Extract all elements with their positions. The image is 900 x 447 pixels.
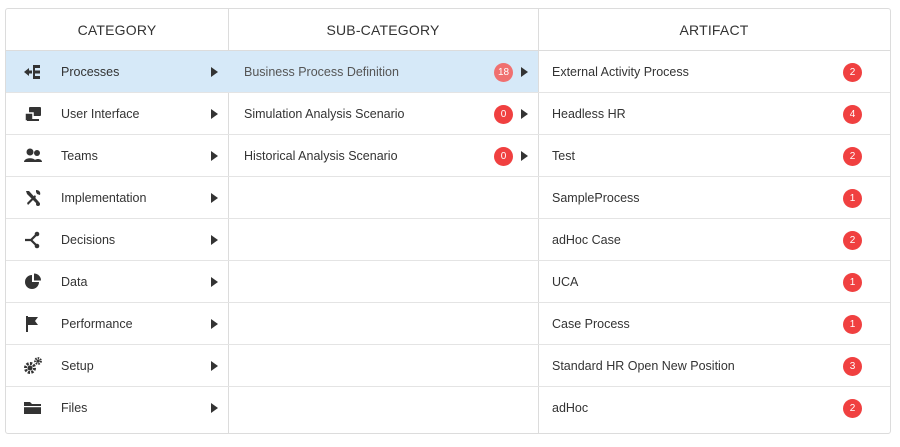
expand-arrow-icon (211, 361, 218, 371)
library-panel: CATEGORY Processes User Interface Teams (5, 8, 891, 434)
category-column: CATEGORY Processes User Interface Teams (6, 9, 229, 433)
count-badge: 0 (494, 105, 513, 124)
category-label: User Interface (61, 107, 140, 121)
expand-arrow-icon (211, 151, 218, 161)
artifact-item[interactable]: Headless HR 4 (538, 93, 890, 135)
artifact-label: Headless HR (552, 107, 626, 121)
category-item-files[interactable]: Files (6, 387, 228, 429)
expand-arrow-icon (211, 109, 218, 119)
subcategory-item-simulation-analysis-scenario[interactable]: Simulation Analysis Scenario 0 (228, 93, 538, 135)
empty-row (228, 177, 538, 219)
artifact-header: ARTIFACT (538, 9, 890, 51)
count-badge: 2 (843, 231, 862, 250)
expand-arrow-icon (521, 67, 528, 77)
count-badge: 18 (494, 63, 513, 82)
folder-icon (23, 399, 43, 417)
count-badge: 3 (843, 357, 862, 376)
decisions-icon (23, 231, 43, 249)
category-header: CATEGORY (6, 9, 228, 51)
artifact-label: UCA (552, 275, 579, 289)
expand-arrow-icon (211, 319, 218, 329)
empty-row (228, 219, 538, 261)
category-item-user-interface[interactable]: User Interface (6, 93, 228, 135)
tools-icon (23, 189, 43, 207)
expand-arrow-icon (211, 277, 218, 287)
category-item-data[interactable]: Data (6, 261, 228, 303)
category-label: Decisions (61, 233, 116, 247)
subcategory-label: Historical Analysis Scenario (244, 149, 398, 163)
subcategory-item-historical-analysis-scenario[interactable]: Historical Analysis Scenario 0 (228, 135, 538, 177)
gears-icon (23, 357, 43, 375)
expand-arrow-icon (521, 151, 528, 161)
category-item-decisions[interactable]: Decisions (6, 219, 228, 261)
expand-arrow-icon (211, 67, 218, 77)
artifact-item[interactable]: Test 2 (538, 135, 890, 177)
artifact-label: adHoc (552, 401, 589, 415)
category-label: Performance (61, 317, 133, 331)
count-badge: 0 (494, 147, 513, 166)
category-label: Data (61, 275, 88, 289)
pie-chart-icon (23, 273, 43, 291)
category-item-setup[interactable]: Setup (6, 345, 228, 387)
count-badge: 1 (843, 189, 862, 208)
category-item-implementation[interactable]: Implementation (6, 177, 228, 219)
category-label: Files (61, 401, 88, 415)
artifact-item[interactable]: adHoc Case 2 (538, 219, 890, 261)
artifact-label: External Activity Process (552, 65, 689, 79)
artifact-label: SampleProcess (552, 191, 640, 205)
category-label: Processes (61, 65, 120, 79)
empty-row (228, 261, 538, 303)
artifact-column: ARTIFACT External Activity Process 2 Hea… (538, 9, 890, 433)
empty-row (228, 387, 538, 429)
user-interface-icon (23, 105, 43, 123)
category-item-teams[interactable]: Teams (6, 135, 228, 177)
artifact-label: adHoc Case (552, 233, 621, 247)
artifact-item[interactable]: External Activity Process 2 (538, 51, 890, 93)
artifact-label: Case Process (552, 317, 630, 331)
expand-arrow-icon (521, 109, 528, 119)
count-badge: 1 (843, 273, 862, 292)
artifact-item[interactable]: SampleProcess 1 (538, 177, 890, 219)
category-label: Setup (61, 359, 94, 373)
category-item-processes[interactable]: Processes (6, 51, 228, 93)
category-item-performance[interactable]: Performance (6, 303, 228, 345)
expand-arrow-icon (211, 193, 218, 203)
artifact-label: Standard HR Open New Position (552, 359, 735, 373)
count-badge: 1 (843, 315, 862, 334)
category-label: Teams (61, 149, 98, 163)
subcategory-label: Simulation Analysis Scenario (244, 107, 405, 121)
count-badge: 2 (843, 147, 862, 166)
count-badge: 4 (843, 105, 862, 124)
empty-row (228, 303, 538, 345)
artifact-item[interactable]: adHoc 2 (538, 387, 890, 429)
subcategory-header: SUB-CATEGORY (228, 9, 538, 51)
empty-row (228, 345, 538, 387)
artifact-label: Test (552, 149, 575, 163)
artifact-item[interactable]: UCA 1 (538, 261, 890, 303)
subcategory-label: Business Process Definition (244, 65, 399, 79)
count-badge: 2 (843, 399, 862, 418)
processes-icon (23, 63, 43, 81)
artifact-item[interactable]: Case Process 1 (538, 303, 890, 345)
expand-arrow-icon (211, 403, 218, 413)
expand-arrow-icon (211, 235, 218, 245)
category-label: Implementation (61, 191, 147, 205)
teams-icon (23, 147, 43, 165)
count-badge: 2 (843, 63, 862, 82)
flag-icon (23, 315, 43, 333)
subcategory-column: SUB-CATEGORY Business Process Definition… (228, 9, 539, 433)
artifact-item[interactable]: Standard HR Open New Position 3 (538, 345, 890, 387)
subcategory-item-business-process-definition[interactable]: Business Process Definition 18 (228, 51, 538, 93)
